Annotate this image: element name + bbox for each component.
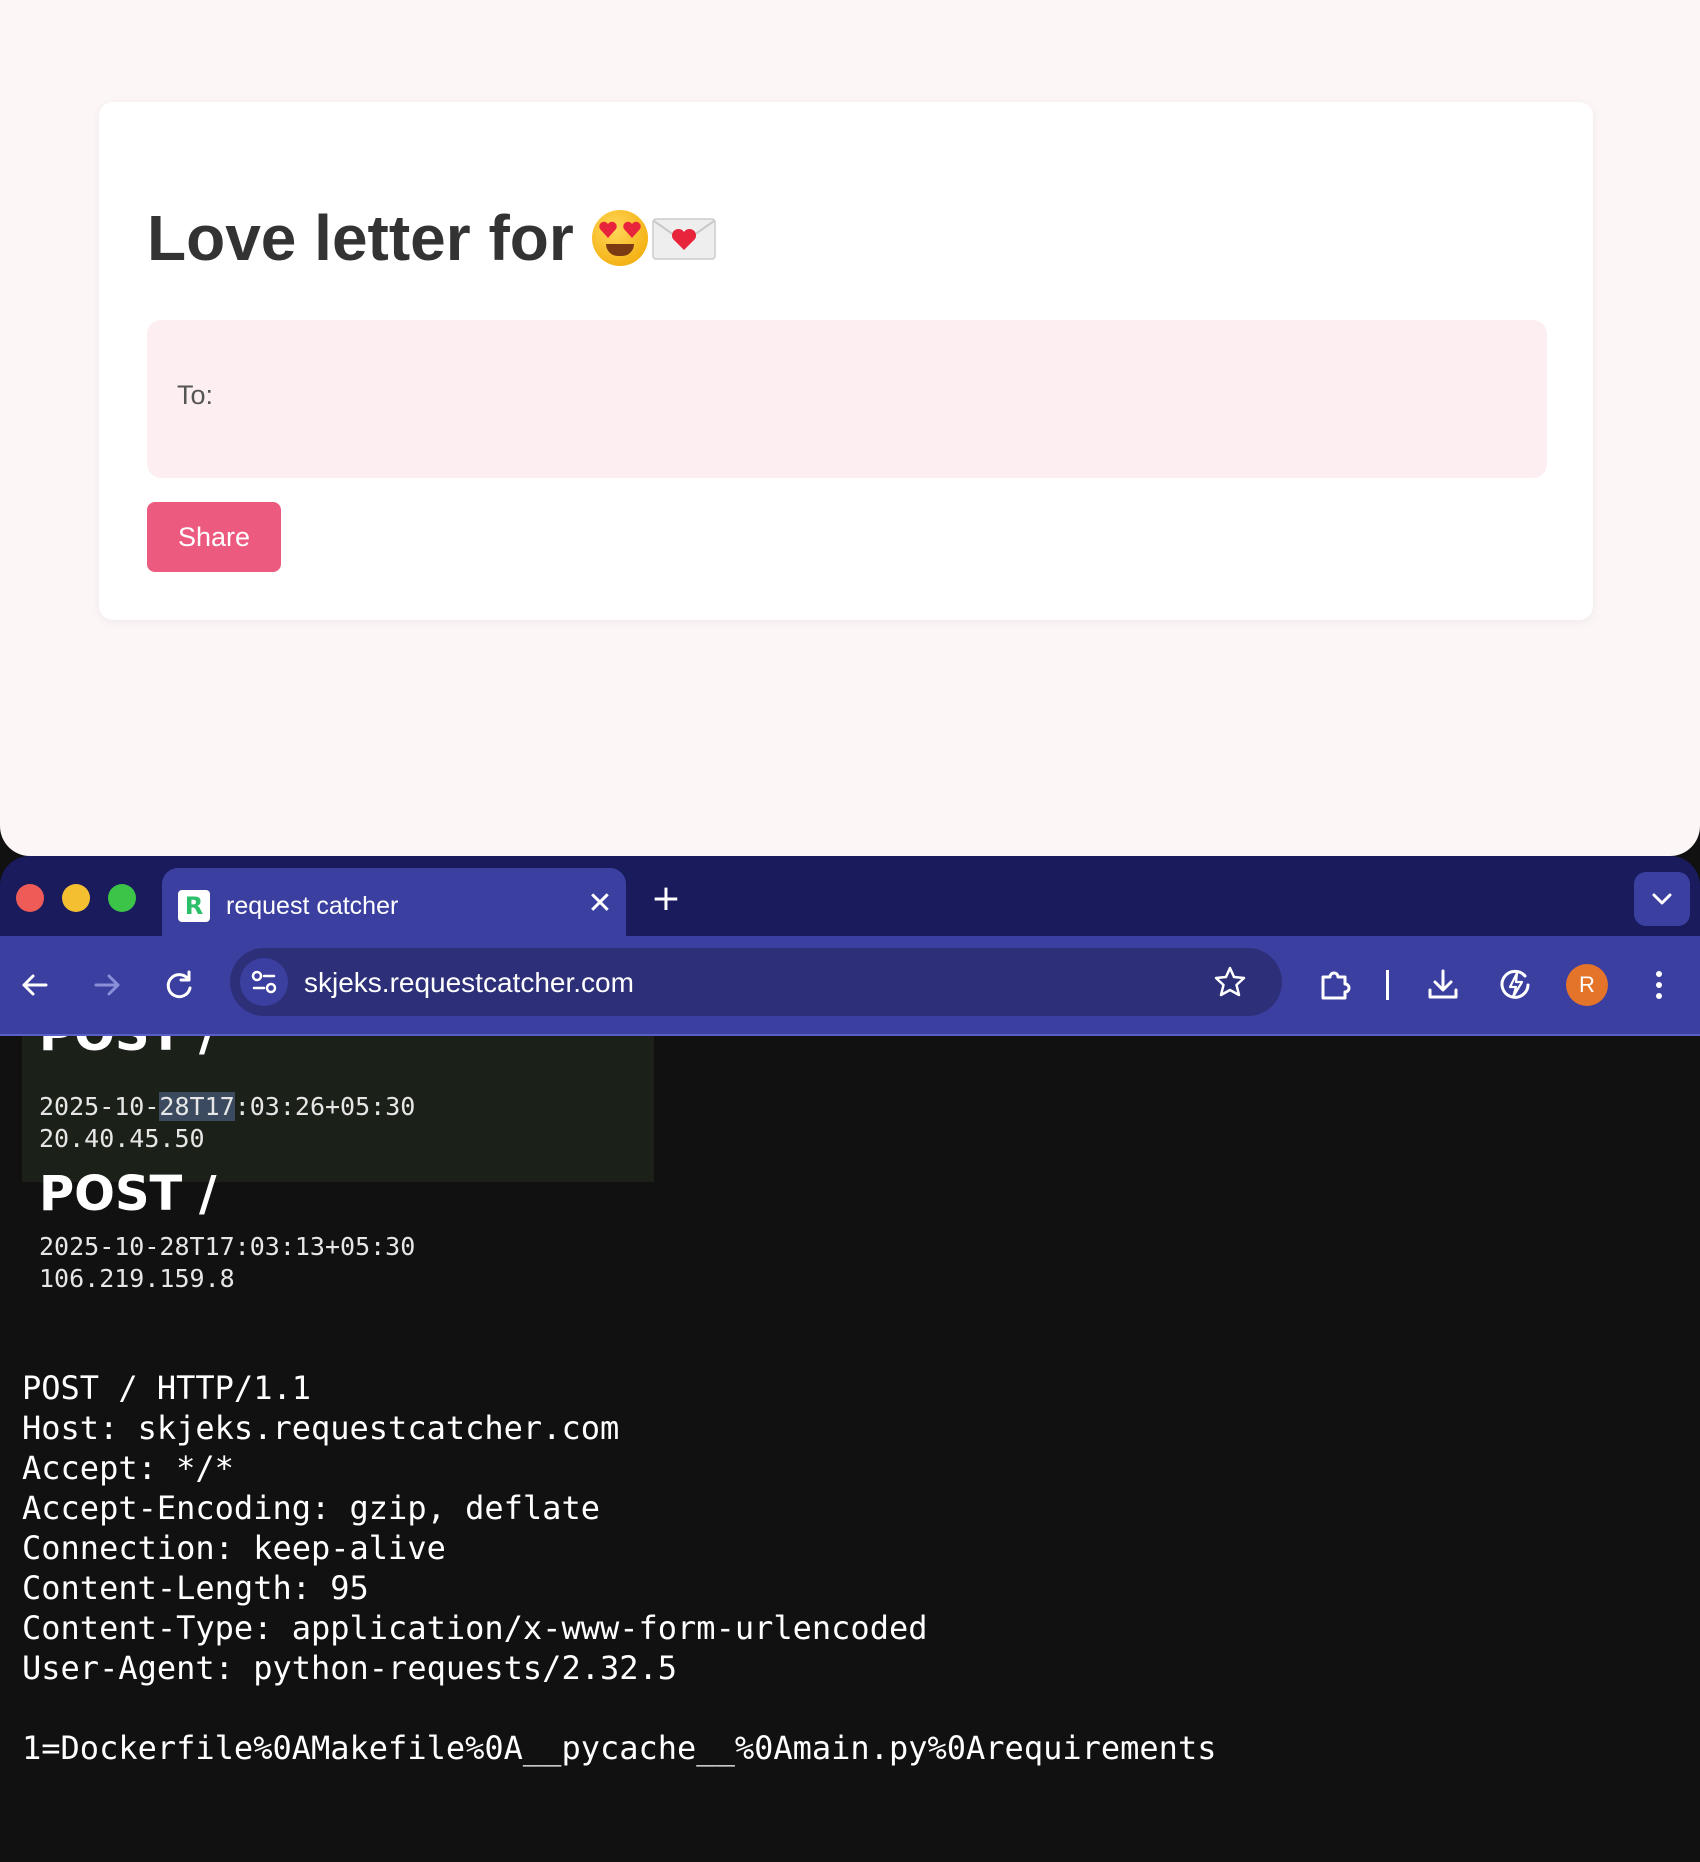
to-field[interactable]: To:	[147, 320, 1547, 478]
request-timestamp: 2025-10-28T17:03:26+05:30	[39, 1092, 416, 1121]
tab-search-button[interactable]	[1634, 872, 1690, 926]
page-title-text: Love letter for	[147, 202, 574, 274]
url-text: skjeks.requestcatcher.com	[304, 967, 634, 998]
love-letter-page: Love letter for To: Share	[0, 0, 1700, 856]
love-letter-icon	[652, 218, 716, 260]
extensions-icon[interactable]	[1312, 962, 1358, 1008]
favicon-icon: R	[178, 890, 210, 922]
window-maximize-button[interactable]	[108, 884, 136, 912]
tab-title: request catcher	[226, 892, 399, 920]
chevron-down-icon	[1652, 893, 1672, 905]
letter-card: Love letter for To: Share	[99, 102, 1593, 620]
request-list-item[interactable]: POST / 2025-10-28T17:03:13+05:30 106.219…	[22, 1156, 654, 1316]
more-menu-icon[interactable]	[1636, 962, 1682, 1008]
window-close-button[interactable]	[16, 884, 44, 912]
bookmark-star-icon[interactable]	[1212, 964, 1248, 1000]
address-bar[interactable]: skjeks.requestcatcher.com	[230, 948, 1282, 1016]
avatar[interactable]: R	[1566, 964, 1608, 1006]
tab-close-icon[interactable]: ✕	[582, 886, 618, 922]
back-arrow-icon[interactable]	[12, 962, 58, 1008]
site-info-button[interactable]	[240, 958, 288, 1006]
request-timestamp: 2025-10-28T17:03:13+05:30	[39, 1232, 416, 1261]
request-ip: 20.40.45.50	[39, 1124, 205, 1153]
smiling-face-with-heart-eyes-icon	[591, 210, 648, 266]
new-tab-button[interactable]: +	[648, 881, 684, 918]
site-info-icon	[251, 970, 277, 994]
request-ip: 106.219.159.8	[39, 1264, 235, 1293]
reload-icon[interactable]	[156, 962, 202, 1008]
browser-toolbar: skjeks.requestcatcher.com R	[0, 936, 1700, 1036]
browser-window: R request catcher ✕ + skjeks.requestcatc…	[0, 856, 1700, 1862]
performance-icon[interactable]	[1492, 962, 1538, 1008]
window-minimize-button[interactable]	[62, 884, 90, 912]
download-icon[interactable]	[1420, 962, 1466, 1008]
request-method: POST /	[39, 1036, 217, 1062]
request-method: POST /	[39, 1166, 217, 1222]
raw-request-body: POST / HTTP/1.1 Host: skjeks.requestcatc…	[22, 1369, 1222, 1767]
share-button[interactable]: Share	[147, 502, 281, 572]
forward-arrow-icon[interactable]	[84, 962, 130, 1008]
page-title: Love letter for	[147, 198, 716, 278]
tab-strip: R request catcher ✕ +	[0, 856, 1700, 948]
toolbar-divider	[1386, 970, 1389, 1000]
request-catcher-content: POST / 2025-10-28T17:03:26+05:30 20.40.4…	[0, 1036, 1700, 1862]
to-label: To:	[177, 380, 214, 410]
